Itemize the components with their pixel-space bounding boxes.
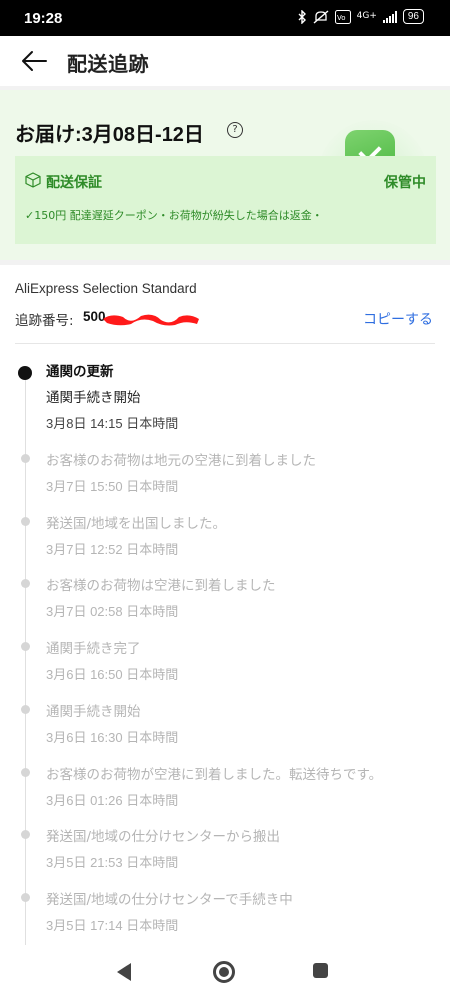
timeline-dot-active [18,366,32,380]
event-title: お客様のお荷物は地元の空港に到着しました [46,453,316,469]
event-time: 3月5日 21:53 日本時間 [46,855,179,870]
event-title: 発送国/地域の仕分けセンターで手続き中 [46,892,293,908]
volte-icon: Vo [334,9,351,24]
timeline-dot [21,830,30,839]
event-time: 3月7日 15:50 日本時間 [46,479,179,494]
status-bar: 19:28 Vo 4G+ 96 [0,0,450,36]
mute-icon [313,9,329,24]
timeline-dot [21,705,30,714]
bluetooth-icon [298,9,306,24]
event-title: お客様のお荷物は空港に到着しました [46,578,276,594]
help-icon[interactable]: ? [227,122,243,138]
divider [15,343,435,344]
event-time: 3月5日 17:14 日本時間 [46,918,179,933]
event-title: 通関手続き開始 [46,704,141,720]
event-title: 発送国/地域の仕分けセンターから搬出 [46,829,281,845]
timeline-dot [21,768,30,777]
guarantee-label: 配送保証 [46,175,102,191]
timeline-dot [21,517,30,526]
carrier-name: AliExpress Selection Standard [15,281,197,296]
event-subtitle: 通関手続き開始 [46,390,141,406]
guarantee-note: ✓150円 配達遅延クーポン・お荷物が紛失した場合は返金・ [25,209,323,222]
delivery-estimate-card: お届け:3月08日-12日 ? 配送保証 保管中 ✓150円 配達遅延クーポン・… [0,86,450,260]
timeline-dot [21,893,30,902]
status-time: 19:28 [24,10,63,27]
event-time: 3月7日 12:52 日本時間 [46,542,179,557]
timeline-dot [21,642,30,651]
event-time: 3月6日 16:50 日本時間 [46,667,179,682]
tracking-number-label: 追跡番号: [15,313,74,329]
nav-recents-icon[interactable] [313,963,328,978]
app-header: 配送追跡 [0,36,450,86]
event-time: 3月7日 02:58 日本時間 [46,604,179,619]
battery-icon: 96 [402,9,424,24]
redaction-mark [103,314,199,326]
timeline-dot [21,579,30,588]
event-title: 通関手続き完了 [46,641,141,657]
nav-home-icon[interactable] [213,961,235,983]
delivery-guarantee[interactable]: 配送保証 保管中 ✓150円 配達遅延クーポン・お荷物が紛失した場合は返金・ [15,156,436,244]
status-icons: Vo 4G+ 96 [297,9,424,24]
system-nav-bar [0,945,450,999]
page-title: 配送追跡 [67,52,149,76]
arrow-left-icon[interactable] [20,48,48,74]
package-icon [25,172,41,188]
copy-tracking-button[interactable]: コピーする [363,309,433,329]
delivery-eta: お届け:3月08日-12日 [15,124,204,146]
event-title: お客様のお荷物が空港に到着しました。転送待ちです。 [46,767,383,783]
guarantee-status: 保管中 [384,175,426,191]
svg-text:Vo: Vo [337,14,346,22]
nav-back-icon[interactable] [117,963,131,981]
timeline-dot [21,454,30,463]
tracking-section: AliExpress Selection Standard 追跡番号: 500 … [0,265,450,945]
event-title: 発送国/地域を出国しました。 [46,516,227,532]
network-type: 4G+ [356,11,377,21]
event-title: 通関の更新 [46,364,114,380]
event-time: 3月6日 16:30 日本時間 [46,730,179,745]
event-time: 3月8日 14:15 日本時間 [46,416,179,431]
signal-icon [382,10,397,23]
event-time: 3月6日 01:26 日本時間 [46,793,179,808]
